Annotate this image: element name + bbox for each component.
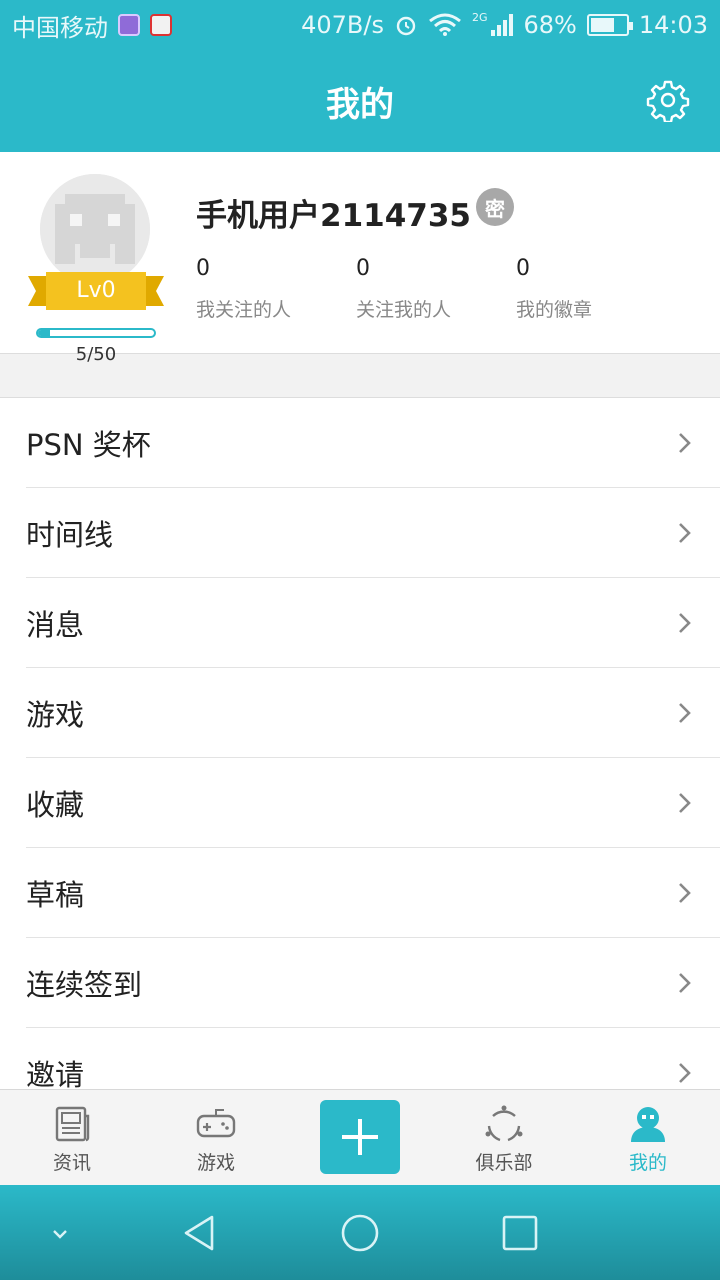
menu-item-label: 草稿 [26, 878, 85, 912]
bottom-tab-bar: 资讯 游戏 俱乐部 我的 [0, 1089, 720, 1185]
chevron-right-icon [679, 973, 691, 993]
network-speed: 407B/s [301, 11, 384, 39]
menu-item-drafts[interactable]: 草稿 [0, 848, 720, 938]
avatar[interactable] [40, 174, 150, 284]
news-app-notification-icon [150, 14, 172, 36]
menu-item-label: PSN 奖杯 [26, 428, 151, 462]
menu-item-label: 时间线 [26, 518, 114, 552]
clock: 14:03 [638, 11, 708, 39]
stat-label: 我的徽章 [516, 299, 593, 321]
menu-item-label: 消息 [26, 608, 85, 642]
system-navigation-bar [0, 1185, 720, 1280]
tab-label: 游戏 [196, 1152, 235, 1174]
menu-item-invite[interactable]: 邀请 [0, 1028, 720, 1089]
chevron-right-icon [679, 523, 691, 543]
signal-icon [491, 14, 514, 36]
secret-badge-icon: 密 [476, 188, 514, 226]
menu-item-label: 收藏 [26, 788, 85, 822]
tab-label: 资讯 [52, 1152, 91, 1174]
experience-fill [38, 330, 50, 336]
username: 手机用户2114735 [196, 198, 471, 234]
tab-label: 我的 [628, 1152, 667, 1174]
battery-percent: 68% [523, 11, 577, 39]
stat-label: 我关注的人 [196, 299, 292, 321]
menu-item-label: 游戏 [26, 698, 85, 732]
profile-icon [631, 1107, 665, 1142]
level-badge: Lv0 [76, 277, 116, 303]
plus-icon [342, 1119, 378, 1155]
tab-games[interactable]: 游戏 [166, 1090, 266, 1186]
settings-gear-icon[interactable] [646, 78, 690, 122]
stat-following[interactable]: 0 我关注的人 [196, 256, 336, 322]
stat-value: 0 [356, 256, 370, 281]
gamepad-icon [196, 1109, 236, 1138]
stat-label: 关注我的人 [356, 299, 452, 321]
chevron-right-icon [679, 433, 691, 453]
tab-club[interactable]: 俱乐部 [454, 1090, 554, 1186]
menu-item-checkin[interactable]: 连续签到 [0, 938, 720, 1028]
carrier-name: 中国移动 [12, 13, 108, 42]
stat-value: 0 [196, 256, 210, 281]
stat-followers[interactable]: 0 关注我的人 [356, 256, 496, 322]
club-icon [485, 1105, 523, 1142]
menu-item-timeline[interactable]: 时间线 [0, 488, 720, 578]
gallery-notification-icon [118, 14, 140, 36]
battery-fill [590, 18, 614, 32]
chevron-right-icon [679, 613, 691, 633]
home-circle-icon[interactable] [336, 1209, 384, 1257]
tab-news[interactable]: 资讯 [22, 1090, 122, 1186]
status-bar: 中国移动 407B/s 2G 68% 14:03 [0, 0, 720, 50]
network-type: 2G [471, 10, 488, 24]
app-header: 我的 [0, 50, 720, 152]
hide-keyboard-chevron-icon[interactable] [36, 1209, 84, 1257]
experience-text: 5/50 [75, 344, 117, 365]
experience-bar [36, 328, 156, 338]
default-avatar-icon [40, 174, 150, 284]
chevron-right-icon [679, 793, 691, 813]
menu-item-psn-trophies[interactable]: PSN 奖杯 [0, 398, 720, 488]
menu-item-label: 邀请 [26, 1058, 85, 1089]
stat-badges[interactable]: 0 我的徽章 [516, 256, 656, 322]
page-title: 我的 [326, 84, 394, 125]
profile-card: Lv0 5/50 手机用户2114735 密 0 我关注的人 0 关注我的人 0… [0, 152, 720, 365]
chevron-right-icon [679, 703, 691, 723]
menu-list: PSN 奖杯 时间线 消息 游戏 收藏 草稿 连续签到 邀请 [0, 397, 720, 1089]
avatar-area[interactable]: Lv0 5/50 [28, 174, 164, 365]
add-post-button[interactable] [320, 1100, 400, 1174]
menu-item-messages[interactable]: 消息 [0, 578, 720, 668]
back-triangle-icon[interactable] [176, 1209, 224, 1257]
chevron-right-icon [679, 1063, 691, 1083]
tab-profile[interactable]: 我的 [598, 1090, 698, 1186]
menu-item-favorites[interactable]: 收藏 [0, 758, 720, 848]
stat-value: 0 [516, 256, 530, 281]
menu-item-games[interactable]: 游戏 [0, 668, 720, 758]
wifi-icon [429, 13, 461, 36]
tab-label: 俱乐部 [475, 1152, 533, 1174]
news-icon [55, 1106, 90, 1142]
battery-icon [586, 14, 633, 36]
alarm-icon [396, 16, 416, 36]
recents-square-icon[interactable] [496, 1209, 544, 1257]
menu-item-label: 连续签到 [26, 968, 143, 1002]
chevron-right-icon [679, 883, 691, 903]
